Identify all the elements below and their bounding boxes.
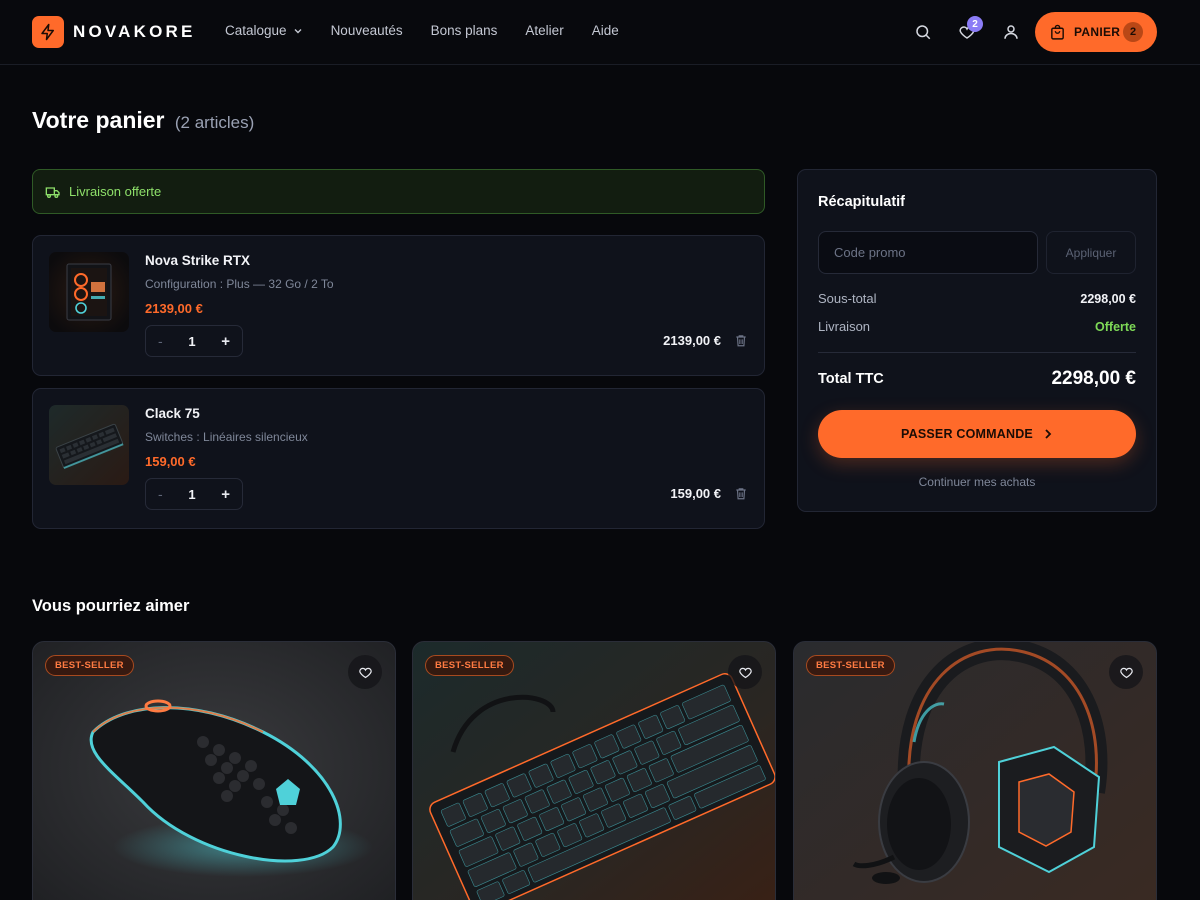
product-card[interactable]: BEST-SELLER bbox=[412, 641, 776, 900]
wishlist-heart-icon[interactable] bbox=[728, 655, 762, 689]
product-card[interactable]: BEST-SELLER bbox=[32, 641, 396, 900]
item-name[interactable]: Clack 75 bbox=[145, 406, 200, 421]
summary-divider bbox=[818, 352, 1136, 353]
cart-item: Nova Strike RTX Configuration : Plus — 3… bbox=[32, 235, 765, 376]
gaming-headset-image bbox=[794, 642, 1156, 900]
chevron-down-icon bbox=[294, 28, 302, 33]
item-name[interactable]: Nova Strike RTX bbox=[145, 253, 250, 268]
wishlist-count-badge: 2 bbox=[967, 16, 983, 32]
nav-atelier[interactable]: Atelier bbox=[525, 23, 563, 38]
nav-bons-plans[interactable]: Bons plans bbox=[431, 23, 498, 38]
quantity-value[interactable]: 1 bbox=[188, 334, 195, 349]
product-thumbnail-pc[interactable] bbox=[49, 252, 129, 332]
checkout-button[interactable]: PASSER COMMANDE bbox=[818, 410, 1136, 458]
cart-button[interactable]: PANIER 2 bbox=[1035, 12, 1157, 52]
nav-nouveautes[interactable]: Nouveautés bbox=[331, 23, 403, 38]
banner-text: Livraison offerte bbox=[69, 184, 162, 199]
recommendations-title: Vous pourriez aimer bbox=[32, 597, 190, 615]
promo-code-input[interactable] bbox=[818, 231, 1038, 274]
search-icon[interactable] bbox=[911, 20, 935, 44]
order-summary: Récapitulatif Appliquer Sous-total 2298,… bbox=[797, 169, 1157, 512]
cart-label: PANIER bbox=[1074, 25, 1121, 39]
item-line-total: 159,00 € bbox=[670, 486, 721, 501]
subtotal-value: 2298,00 € bbox=[1080, 292, 1136, 306]
top-navigation: NOVAKORE Catalogue Nouveautés Bons plans… bbox=[0, 0, 1200, 65]
item-option: Switches : Linéaires silencieux bbox=[145, 430, 308, 444]
quantity-stepper: - 1 + bbox=[145, 325, 243, 357]
trash-icon[interactable] bbox=[734, 486, 748, 506]
user-icon[interactable] bbox=[999, 20, 1023, 44]
quantity-stepper: - 1 + bbox=[145, 478, 243, 510]
total-value: 2298,00 € bbox=[1051, 368, 1136, 389]
quantity-value[interactable]: 1 bbox=[188, 487, 195, 502]
cart-count-badge: 2 bbox=[1123, 22, 1143, 42]
trash-icon[interactable] bbox=[734, 333, 748, 353]
apply-promo-button[interactable]: Appliquer bbox=[1046, 231, 1136, 274]
product-thumbnail-keyboard[interactable] bbox=[49, 405, 129, 485]
nav-aide[interactable]: Aide bbox=[592, 23, 619, 38]
bag-icon bbox=[1051, 24, 1064, 40]
shipping-label: Livraison bbox=[818, 319, 871, 334]
item-unit-price: 159,00 € bbox=[145, 454, 196, 469]
brand-name: NOVAKORE bbox=[73, 22, 196, 41]
page-title-text: Votre panier bbox=[32, 107, 165, 133]
main-nav: Catalogue Nouveautés Bons plans Atelier … bbox=[225, 23, 647, 38]
increase-button[interactable]: + bbox=[221, 333, 230, 350]
summary-title: Récapitulatif bbox=[818, 194, 906, 210]
nav-catalogue[interactable]: Catalogue bbox=[225, 23, 303, 38]
best-seller-badge: BEST-SELLER bbox=[806, 655, 895, 676]
best-seller-badge: BEST-SELLER bbox=[45, 655, 134, 676]
decrease-button[interactable]: - bbox=[158, 486, 163, 502]
article-count: (2 articles) bbox=[174, 113, 255, 132]
item-option: Configuration : Plus — 32 Go / 2 To bbox=[145, 277, 334, 291]
gaming-mouse-image bbox=[33, 642, 395, 900]
mechanical-keyboard-image bbox=[413, 642, 775, 900]
increase-button[interactable]: + bbox=[221, 486, 230, 503]
decrease-button[interactable]: - bbox=[158, 333, 163, 349]
best-seller-badge: BEST-SELLER bbox=[425, 655, 514, 676]
page-title: Votre panier (2 articles) bbox=[32, 107, 254, 134]
shipping-value: Offerte bbox=[1095, 320, 1136, 334]
total-label: Total TTC bbox=[818, 371, 884, 387]
continue-shopping-link[interactable]: Continuer mes achats bbox=[798, 475, 1156, 489]
checkout-label: PASSER COMMANDE bbox=[901, 427, 1033, 441]
wishlist-heart-icon[interactable] bbox=[1109, 655, 1143, 689]
item-unit-price: 2139,00 € bbox=[145, 301, 203, 316]
chevron-right-icon bbox=[1045, 429, 1052, 439]
wishlist-heart-icon[interactable] bbox=[348, 655, 382, 689]
cart-item: Clack 75 Switches : Linéaires silencieux… bbox=[32, 388, 765, 529]
nav-catalogue-label: Catalogue bbox=[225, 23, 287, 38]
brand-logo[interactable]: NOVAKORE bbox=[32, 16, 196, 48]
item-line-total: 2139,00 € bbox=[663, 333, 721, 348]
free-shipping-banner: Livraison offerte bbox=[32, 169, 765, 214]
product-card[interactable]: BEST-SELLER bbox=[793, 641, 1157, 900]
subtotal-label: Sous-total bbox=[818, 291, 877, 306]
bolt-icon bbox=[32, 16, 64, 48]
truck-icon bbox=[45, 186, 60, 198]
